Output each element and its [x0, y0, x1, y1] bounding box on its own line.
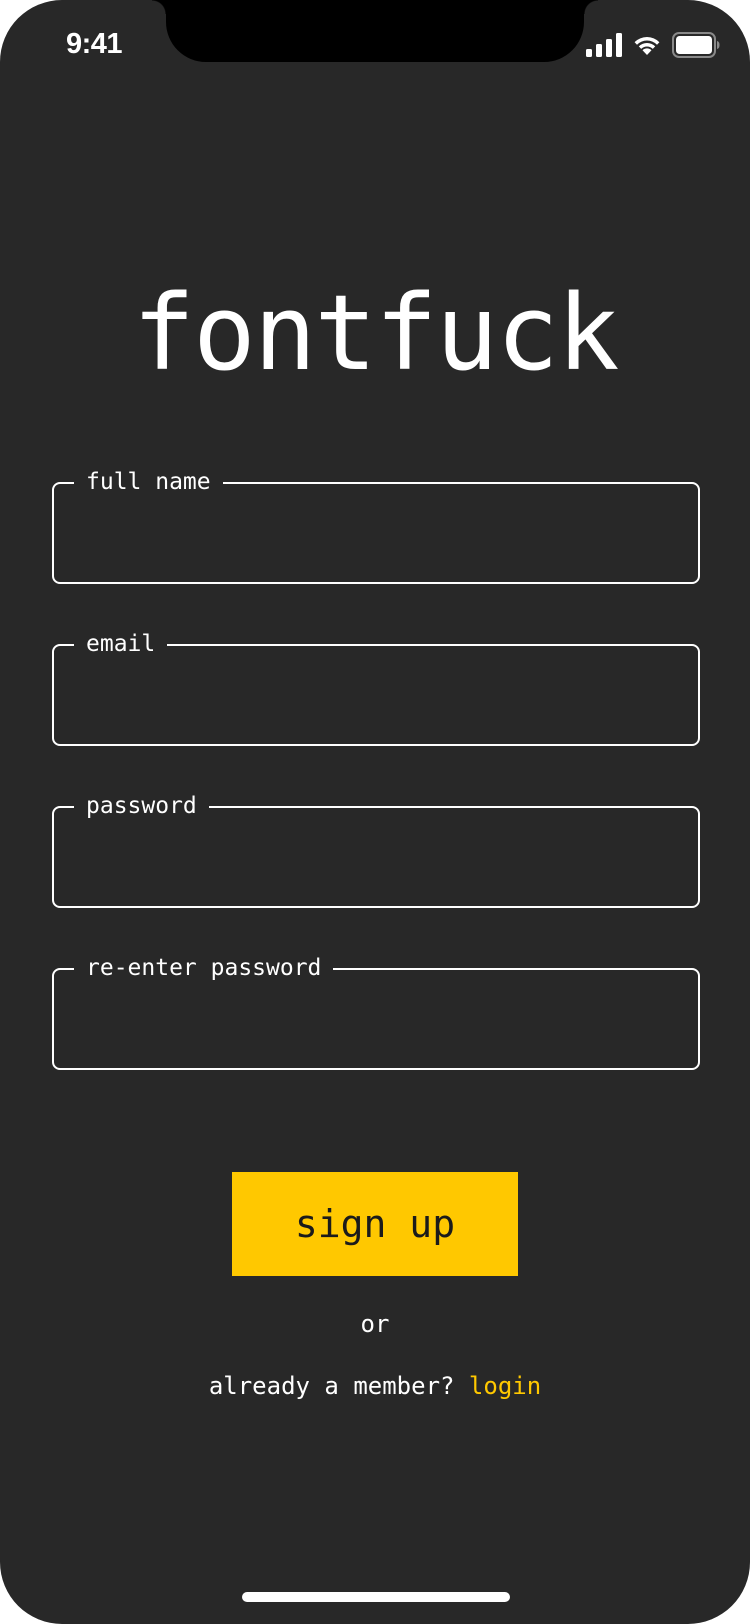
- home-indicator[interactable]: [242, 1592, 510, 1602]
- password-input[interactable]: [54, 808, 698, 906]
- member-prompt-text: already a member?: [208, 1372, 469, 1400]
- device-notch: [152, 0, 598, 62]
- battery-full-icon: [672, 32, 720, 58]
- reenter-password-field[interactable]: re-enter password: [52, 953, 700, 1070]
- app-screen: 9:41 fontfuck full name email password r…: [0, 0, 750, 1624]
- or-separator: or: [360, 1310, 390, 1338]
- wifi-icon: [634, 37, 660, 55]
- status-icons: [586, 32, 720, 58]
- email-input[interactable]: [54, 646, 698, 744]
- login-link[interactable]: login: [469, 1372, 541, 1400]
- app-title: fontfuck: [132, 272, 620, 394]
- full-name-input[interactable]: [54, 484, 698, 582]
- login-prompt: already a member? login: [0, 1370, 750, 1402]
- cellular-signal-icon: [586, 33, 622, 57]
- full-name-field[interactable]: full name: [52, 467, 700, 584]
- email-field[interactable]: email: [52, 629, 700, 746]
- password-field[interactable]: password: [52, 791, 700, 908]
- status-time: 9:41: [66, 28, 123, 60]
- reenter-password-input[interactable]: [54, 970, 698, 1068]
- sign-up-button[interactable]: sign up: [232, 1172, 518, 1276]
